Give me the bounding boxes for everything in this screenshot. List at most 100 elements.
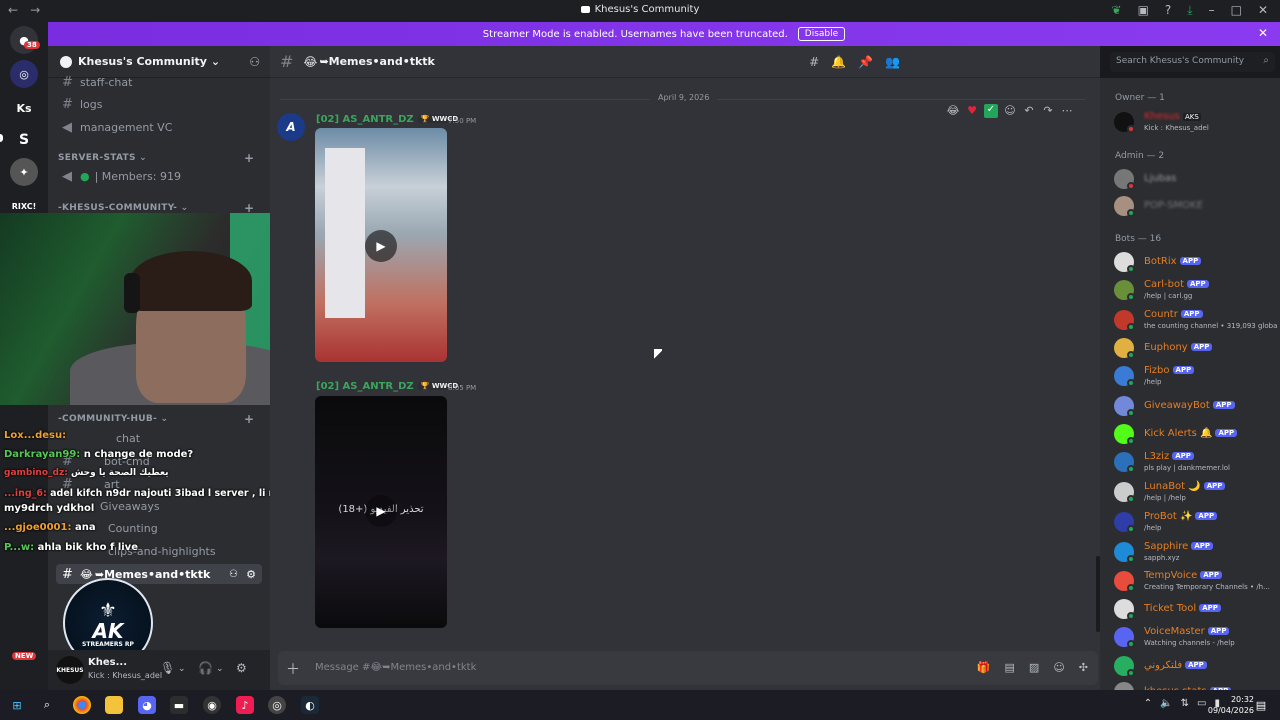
channel-logs[interactable]: # logs: [56, 94, 262, 114]
video-attachment[interactable]: تحذير الفيديو (+18) ▶: [315, 396, 447, 628]
category-server-stats[interactable]: SERVER-STATS ⌄ +: [58, 151, 254, 165]
channel-staff-chat[interactable]: # staff-chat: [56, 72, 262, 92]
avatar[interactable]: A: [277, 113, 305, 141]
member-bot[interactable]: Fizbo APP/help: [1114, 364, 1274, 388]
channel-memes-active[interactable]: # 😂 ➥Memes•and•tktk ⚇ ⚙: [56, 564, 262, 584]
windows-start-icon[interactable]: ⊞: [8, 696, 26, 714]
heart-reaction-icon[interactable]: ♥: [965, 104, 979, 118]
message-composer[interactable]: ＋ Message #😂➥Memes•and•tktk 🎁 ▤ ▨ ☺ ✣: [278, 651, 1098, 685]
invite-people-icon[interactable]: ⚇: [249, 55, 260, 69]
notifications-icon[interactable]: ▤: [1252, 696, 1270, 714]
online-dot: [1127, 379, 1135, 387]
play-icon[interactable]: ▶: [365, 495, 397, 527]
channel-chat[interactable]: chat: [56, 428, 262, 448]
channel-management-vc[interactable]: ◀ management VC: [56, 117, 262, 137]
server-icon-ks[interactable]: Ks: [10, 94, 38, 122]
laugh-reaction-icon[interactable]: 😂: [946, 104, 960, 118]
help-icon[interactable]: ?: [1165, 3, 1171, 18]
category-community-hub[interactable]: -COMMUNITY-HUB- ⌄ +: [58, 412, 254, 426]
terminal-icon[interactable]: ▬: [170, 696, 188, 714]
close-window-icon[interactable]: ✕: [1258, 3, 1268, 18]
member-bot[interactable]: Countr APP the counting channel • 319,093 …: [1114, 308, 1277, 332]
file-explorer-icon[interactable]: [105, 696, 123, 714]
member-bot[interactable]: فلتكروني APP: [1114, 654, 1274, 678]
add-channel-icon[interactable]: +: [244, 151, 254, 165]
member-bot[interactable]: BotRix APP: [1114, 250, 1274, 274]
apps-icon[interactable]: ✣: [1079, 661, 1088, 674]
user-settings-gear-icon[interactable]: ⚙: [236, 661, 247, 675]
reply-icon[interactable]: ↶: [1022, 104, 1036, 118]
member-bot[interactable]: Ticket Tool APP: [1114, 597, 1274, 621]
sticker-icon[interactable]: ▨: [1029, 661, 1039, 674]
member-name: LunaBot 🌙 APP: [1144, 481, 1226, 492]
check-reaction-icon[interactable]: ✓: [984, 104, 998, 118]
settings-gear-icon[interactable]: ⚙: [246, 568, 256, 581]
channel-members-count[interactable]: ◀ ● | Members: 919: [56, 166, 262, 186]
app-icon[interactable]: ◎: [268, 696, 286, 714]
inbox-icon[interactable]: ▣: [1138, 3, 1149, 18]
date-divider: April 9, 2026: [280, 93, 1085, 102]
discord-app-icon[interactable]: ◕: [138, 696, 156, 714]
emoji-icon[interactable]: ☺: [1053, 661, 1064, 674]
banner-close-icon[interactable]: ✕: [1258, 26, 1268, 40]
member-list-scrollbar[interactable]: [1096, 556, 1100, 632]
threads-icon[interactable]: #: [809, 55, 819, 69]
message-author[interactable]: [02] AS_ANTR_DZ 🏆 WWCD: [316, 381, 462, 392]
bell-icon[interactable]: 🔔: [831, 55, 846, 69]
forward-icon[interactable]: ↷: [1041, 104, 1055, 118]
member-bot[interactable]: Euphony APP: [1114, 336, 1274, 360]
member-bot[interactable]: Carl-bot APP/help | carl.gg: [1114, 278, 1274, 302]
member-bot[interactable]: Sapphire APP sapph.xyz: [1114, 540, 1274, 564]
message-author[interactable]: [02] AS_ANTR_DZ 🏆 WWCD: [316, 114, 462, 125]
member-list-icon[interactable]: 👥: [885, 55, 900, 69]
member-bot[interactable]: Kick Alerts 🔔 APP: [1114, 422, 1274, 446]
nitro-leaf-icon[interactable]: ❦: [1112, 3, 1122, 18]
chevron-up-icon[interactable]: ⌃: [1144, 698, 1152, 709]
chevron-down-icon[interactable]: ⌄: [178, 664, 186, 674]
tiktok-icon[interactable]: ♪: [236, 696, 254, 714]
search-input[interactable]: Search Khesus's Community ⌕: [1110, 52, 1275, 72]
member-bot[interactable]: LunaBot 🌙 APP/help | /help: [1114, 480, 1274, 504]
pin-icon[interactable]: 📌: [858, 55, 873, 69]
member-bot[interactable]: ProBot ✨ APP/help: [1114, 510, 1274, 534]
play-icon[interactable]: ▶: [365, 230, 397, 262]
add-attachment-icon[interactable]: ＋: [286, 659, 300, 679]
server-icon-4[interactable]: ✦: [10, 158, 38, 186]
avatar[interactable]: KHESUS: [56, 656, 84, 684]
chrome-icon[interactable]: [73, 696, 91, 714]
microphone-icon[interactable]: 🎙: [160, 661, 175, 675]
member-bot[interactable]: TempVoice APP Creating Temporary Channels …: [1114, 569, 1274, 593]
headphones-icon[interactable]: 🎧: [198, 661, 213, 675]
obs-icon[interactable]: ◉: [203, 696, 221, 714]
message-input[interactable]: Message #😂➥Memes•and•tktk: [315, 662, 476, 673]
taskbar-clock[interactable]: 20:32 09/04/2026: [1208, 694, 1254, 716]
member-admin[interactable]: POP-SMOKE: [1114, 194, 1274, 218]
download-icon[interactable]: ⤓: [1187, 3, 1192, 18]
category-khesus-community[interactable]: -KHESUS-COMMUNITY- ⌄ +: [58, 201, 254, 215]
more-options-icon[interactable]: ⋯: [1060, 104, 1074, 118]
add-channel-icon[interactable]: +: [244, 412, 254, 426]
search-icon[interactable]: ⌕: [38, 696, 56, 714]
display-icon[interactable]: ▭: [1197, 698, 1206, 709]
member-owner[interactable]: Khesus AKS Kick : Khesus_adel: [1114, 110, 1274, 134]
volume-icon[interactable]: 🔈: [1160, 698, 1172, 709]
disable-button[interactable]: Disable: [797, 27, 846, 41]
member-bot[interactable]: L3ziz APP pls play | dankmemer.lol: [1114, 450, 1274, 474]
member-status: /help: [1144, 378, 1162, 386]
home-discord-icon[interactable]: ●: [10, 26, 38, 54]
member-admin[interactable]: Ljubas: [1114, 167, 1274, 191]
chevron-down-icon[interactable]: ⌄: [216, 664, 224, 674]
add-member-icon[interactable]: ⚇: [229, 569, 238, 580]
add-reaction-icon[interactable]: ☺: [1003, 104, 1017, 118]
member-bot[interactable]: VoiceMaster APP Watching channels - /help: [1114, 625, 1274, 649]
video-attachment[interactable]: ▶: [315, 128, 447, 362]
minimize-icon[interactable]: –: [1209, 3, 1215, 18]
gif-icon[interactable]: ▤: [1005, 661, 1015, 674]
network-icon[interactable]: ⇅: [1181, 698, 1189, 709]
maximize-icon[interactable]: □: [1231, 3, 1242, 18]
steam-icon[interactable]: ◐: [301, 696, 319, 714]
server-icon-1[interactable]: ◎: [10, 60, 38, 88]
gift-icon[interactable]: 🎁: [977, 661, 991, 674]
member-bot[interactable]: GiveawayBot APP: [1114, 394, 1274, 418]
server-icon-s[interactable]: S: [10, 126, 38, 154]
